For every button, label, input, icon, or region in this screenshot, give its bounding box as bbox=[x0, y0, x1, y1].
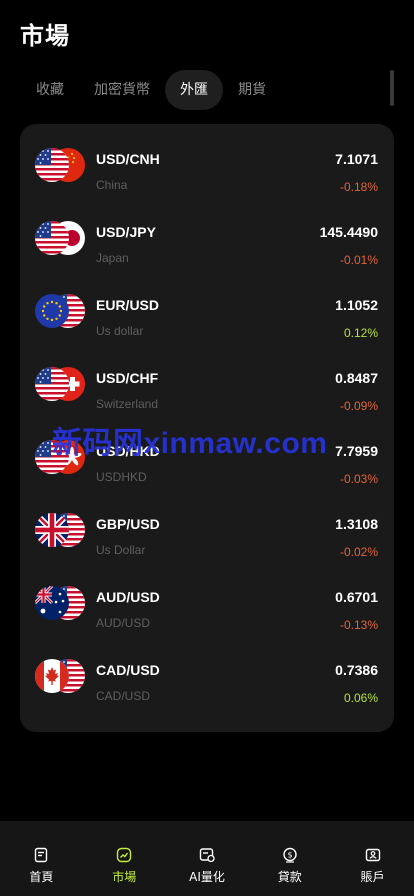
forex-row[interactable]: GBP/USD Us Dollar 1.3108 -0.02% bbox=[20, 489, 394, 562]
pair-price: 7.1071 bbox=[335, 151, 378, 167]
pair-change: 0.06% bbox=[343, 691, 378, 705]
pair-subtitle: Us dollar bbox=[96, 324, 144, 338]
pair-flags bbox=[35, 294, 85, 328]
market-tabs: 收藏 加密貨幣 外匯 期貨 bbox=[22, 70, 394, 110]
pair-price: 0.6701 bbox=[335, 589, 378, 605]
pair-flags bbox=[35, 586, 85, 620]
pair-symbol: AUD/USD bbox=[96, 589, 160, 605]
bottom-nav: 首頁 市場 AI量化 $ 貸款 賬戶 bbox=[0, 821, 414, 896]
nav-market-label: 市場 bbox=[112, 870, 137, 884]
market-chart-icon bbox=[116, 847, 132, 863]
pair-symbol: GBP/USD bbox=[96, 516, 160, 532]
forex-row[interactable]: CAD/USD CAD/USD 0.7386 0.06% bbox=[20, 635, 394, 708]
account-icon bbox=[365, 847, 381, 863]
tab-forex[interactable]: 外匯 bbox=[165, 70, 223, 110]
tab-favorites[interactable]: 收藏 bbox=[22, 70, 79, 110]
nav-loan[interactable]: $ 貸款 bbox=[248, 821, 331, 896]
watermark-text: 新码网xinmaw.com bbox=[52, 427, 328, 460]
nav-home[interactable]: 首頁 bbox=[0, 821, 83, 896]
page-title: 市場 bbox=[20, 22, 70, 50]
nav-ai-quant-label: AI量化 bbox=[189, 870, 225, 884]
pair-change: -0.02% bbox=[339, 545, 378, 559]
nav-home-label: 首頁 bbox=[29, 870, 54, 884]
ca-flag-icon bbox=[35, 659, 69, 693]
eu-flag-icon bbox=[35, 294, 69, 328]
nav-account-label: 賬戶 bbox=[360, 870, 385, 884]
pair-symbol: CAD/USD bbox=[96, 662, 160, 678]
svg-text:$: $ bbox=[287, 851, 292, 860]
pair-symbol: USD/JPY bbox=[96, 224, 156, 240]
pair-price: 1.3108 bbox=[335, 516, 378, 532]
pair-symbol: USD/CNH bbox=[96, 151, 160, 167]
nav-market[interactable]: 市場 bbox=[83, 821, 166, 896]
pair-symbol: USD/CHF bbox=[96, 370, 159, 386]
pair-price: 0.8487 bbox=[335, 370, 378, 386]
au-flag-icon bbox=[35, 586, 69, 620]
pair-change: -0.03% bbox=[339, 472, 378, 486]
us-flag-icon bbox=[35, 367, 69, 401]
forex-row[interactable]: USD/JPY Japan 145.4490 -0.01% bbox=[20, 197, 394, 270]
tab-crypto[interactable]: 加密貨幣 bbox=[79, 70, 165, 110]
pair-change: -0.09% bbox=[339, 399, 378, 413]
pair-price: 0.7386 bbox=[335, 662, 378, 678]
pair-change: 0.12% bbox=[343, 326, 378, 340]
pair-subtitle: Us Dollar bbox=[96, 543, 146, 557]
pair-change: -0.18% bbox=[339, 180, 378, 194]
pair-change: -0.13% bbox=[339, 618, 378, 632]
pair-subtitle: USDHKD bbox=[96, 470, 147, 484]
pair-symbol: EUR/USD bbox=[96, 297, 160, 313]
nav-ai-quant[interactable]: AI量化 bbox=[166, 821, 249, 896]
us-flag-icon bbox=[35, 221, 69, 255]
forex-row[interactable]: USD/CHF Switzerland 0.8487 -0.09% bbox=[20, 343, 394, 416]
pair-subtitle: Japan bbox=[96, 251, 129, 265]
loan-icon: $ bbox=[282, 847, 298, 863]
pair-subtitle: AUD/USD bbox=[96, 616, 151, 630]
home-icon bbox=[33, 847, 49, 863]
nav-loan-label: 貸款 bbox=[277, 870, 302, 884]
pair-flags bbox=[35, 367, 85, 401]
ai-quant-icon bbox=[199, 847, 215, 863]
forex-row[interactable]: AUD/USD AUD/USD 0.6701 -0.13% bbox=[20, 562, 394, 635]
pair-price: 145.4490 bbox=[319, 224, 378, 240]
tab-futures[interactable]: 期貨 bbox=[223, 70, 281, 110]
pair-subtitle: CAD/USD bbox=[96, 689, 151, 703]
pair-flags bbox=[35, 659, 85, 693]
pair-flags bbox=[35, 148, 85, 182]
pair-subtitle: Switzerland bbox=[96, 397, 159, 411]
forex-row[interactable]: USD/CNH China 7.1071 -0.18% bbox=[20, 124, 394, 197]
pair-price: 7.7959 bbox=[335, 443, 378, 459]
pair-flags bbox=[35, 513, 85, 547]
pair-change: -0.01% bbox=[339, 253, 378, 267]
pair-subtitle: China bbox=[96, 178, 128, 192]
gb-flag-icon bbox=[35, 513, 69, 547]
nav-account[interactable]: 賬戶 bbox=[331, 821, 414, 896]
us-flag-icon bbox=[35, 148, 69, 182]
forex-row[interactable]: EUR/USD Us dollar 1.1052 0.12% bbox=[20, 270, 394, 343]
pair-flags bbox=[35, 221, 85, 255]
pair-price: 1.1052 bbox=[335, 297, 378, 313]
tabs-scrollbar[interactable] bbox=[390, 70, 394, 106]
